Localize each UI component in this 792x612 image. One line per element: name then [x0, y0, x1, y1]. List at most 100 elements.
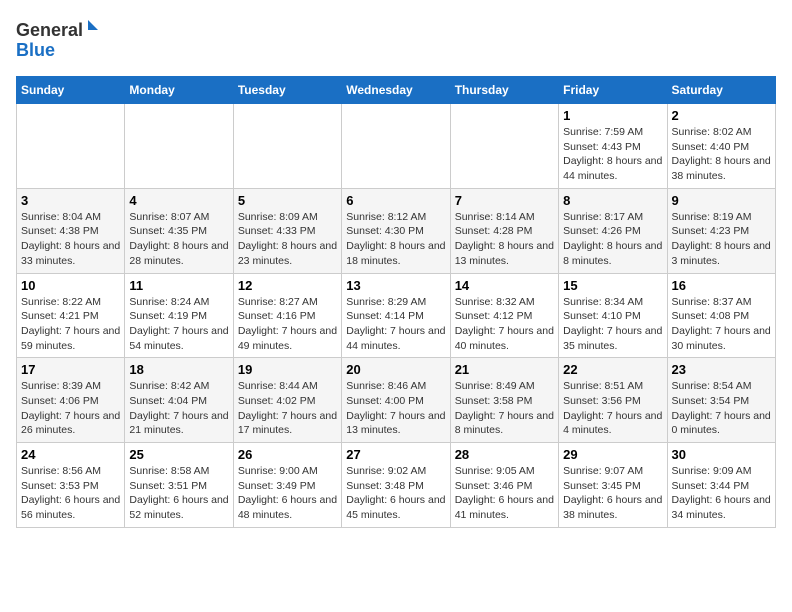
calendar-cell [342, 104, 450, 189]
day-info: Sunrise: 8:22 AM Sunset: 4:21 PM Dayligh… [21, 295, 120, 354]
day-info: Sunrise: 8:54 AM Sunset: 3:54 PM Dayligh… [672, 379, 771, 438]
calendar-cell: 24 Sunrise: 8:56 AM Sunset: 3:53 PM Dayli… [17, 443, 125, 528]
day-info: Sunrise: 8:58 AM Sunset: 3:51 PM Dayligh… [129, 464, 228, 523]
day-number: 19 [238, 362, 337, 377]
day-info: Sunrise: 8:51 AM Sunset: 3:56 PM Dayligh… [563, 379, 662, 438]
calendar-header: SundayMondayTuesdayWednesdayThursdayFrid… [17, 77, 776, 104]
calendar-cell: 14 Sunrise: 8:32 AM Sunset: 4:12 PM Dayli… [450, 273, 558, 358]
calendar-cell: 18 Sunrise: 8:42 AM Sunset: 4:04 PM Dayli… [125, 358, 233, 443]
calendar-cell [450, 104, 558, 189]
weekday-header-thursday: Thursday [450, 77, 558, 104]
logo-svg: GeneralBlue [16, 16, 106, 64]
calendar-week-4: 17 Sunrise: 8:39 AM Sunset: 4:06 PM Dayli… [17, 358, 776, 443]
calendar-cell: 26 Sunrise: 9:00 AM Sunset: 3:49 PM Dayli… [233, 443, 341, 528]
calendar-cell: 5 Sunrise: 8:09 AM Sunset: 4:33 PM Daylig… [233, 188, 341, 273]
day-number: 26 [238, 447, 337, 462]
calendar-cell: 23 Sunrise: 8:54 AM Sunset: 3:54 PM Dayli… [667, 358, 775, 443]
header: GeneralBlue [16, 16, 776, 64]
calendar-cell: 19 Sunrise: 8:44 AM Sunset: 4:02 PM Dayli… [233, 358, 341, 443]
day-info: Sunrise: 8:14 AM Sunset: 4:28 PM Dayligh… [455, 210, 554, 269]
calendar-cell: 12 Sunrise: 8:27 AM Sunset: 4:16 PM Dayli… [233, 273, 341, 358]
calendar-cell: 20Sunrise: 8:46 AM Sunset: 4:00 PM Dayli… [342, 358, 450, 443]
day-info: Sunrise: 9:02 AM Sunset: 3:48 PM Dayligh… [346, 464, 445, 523]
weekday-header-friday: Friday [559, 77, 667, 104]
calendar-cell: 17 Sunrise: 8:39 AM Sunset: 4:06 PM Dayli… [17, 358, 125, 443]
day-number: 3 [21, 193, 120, 208]
day-info: Sunrise: 8:34 AM Sunset: 4:10 PM Dayligh… [563, 295, 662, 354]
day-info: Sunrise: 8:39 AM Sunset: 4:06 PM Dayligh… [21, 379, 120, 438]
day-info: Sunrise: 8:02 AM Sunset: 4:40 PM Dayligh… [672, 125, 771, 184]
calendar-cell: 6Sunrise: 8:12 AM Sunset: 4:30 PM Daylig… [342, 188, 450, 273]
day-number: 27 [346, 447, 445, 462]
calendar-cell: 13 Sunrise: 8:29 AM Sunset: 4:14 PM Dayli… [342, 273, 450, 358]
day-info: Sunrise: 9:09 AM Sunset: 3:44 PM Dayligh… [672, 464, 771, 523]
day-info: Sunrise: 8:46 AM Sunset: 4:00 PM Dayligh… [346, 379, 445, 438]
calendar-cell: 9 Sunrise: 8:19 AM Sunset: 4:23 PM Daylig… [667, 188, 775, 273]
day-info: Sunrise: 9:00 AM Sunset: 3:49 PM Dayligh… [238, 464, 337, 523]
day-number: 16 [672, 278, 771, 293]
day-number: 8 [563, 193, 662, 208]
day-number: 5 [238, 193, 337, 208]
calendar-table: SundayMondayTuesdayWednesdayThursdayFrid… [16, 76, 776, 528]
calendar-cell: 1 Sunrise: 7:59 AM Sunset: 4:43 PM Daylig… [559, 104, 667, 189]
weekday-header-saturday: Saturday [667, 77, 775, 104]
day-number: 22 [563, 362, 662, 377]
day-number: 28 [455, 447, 554, 462]
day-info: Sunrise: 9:05 AM Sunset: 3:46 PM Dayligh… [455, 464, 554, 523]
calendar-cell: 8Sunrise: 8:17 AM Sunset: 4:26 PM Daylig… [559, 188, 667, 273]
day-info: Sunrise: 8:44 AM Sunset: 4:02 PM Dayligh… [238, 379, 337, 438]
weekday-header-monday: Monday [125, 77, 233, 104]
day-info: Sunrise: 7:59 AM Sunset: 4:43 PM Dayligh… [563, 125, 662, 184]
calendar-week-1: 1 Sunrise: 7:59 AM Sunset: 4:43 PM Daylig… [17, 104, 776, 189]
calendar-cell: 10 Sunrise: 8:22 AM Sunset: 4:21 PM Dayli… [17, 273, 125, 358]
calendar-week-3: 10 Sunrise: 8:22 AM Sunset: 4:21 PM Dayli… [17, 273, 776, 358]
day-number: 21 [455, 362, 554, 377]
day-number: 29 [563, 447, 662, 462]
day-number: 13 [346, 278, 445, 293]
day-number: 24 [21, 447, 120, 462]
calendar-cell: 30 Sunrise: 9:09 AM Sunset: 3:44 PM Dayli… [667, 443, 775, 528]
calendar-week-2: 3Sunrise: 8:04 AM Sunset: 4:38 PM Daylig… [17, 188, 776, 273]
day-number: 2 [672, 108, 771, 123]
day-number: 9 [672, 193, 771, 208]
weekday-header-wednesday: Wednesday [342, 77, 450, 104]
day-info: Sunrise: 8:27 AM Sunset: 4:16 PM Dayligh… [238, 295, 337, 354]
calendar-cell: 11 Sunrise: 8:24 AM Sunset: 4:19 PM Dayli… [125, 273, 233, 358]
weekday-header-tuesday: Tuesday [233, 77, 341, 104]
day-info: Sunrise: 8:24 AM Sunset: 4:19 PM Dayligh… [129, 295, 228, 354]
day-info: Sunrise: 8:19 AM Sunset: 4:23 PM Dayligh… [672, 210, 771, 269]
day-info: Sunrise: 8:42 AM Sunset: 4:04 PM Dayligh… [129, 379, 228, 438]
calendar-cell: 25Sunrise: 8:58 AM Sunset: 3:51 PM Dayli… [125, 443, 233, 528]
day-info: Sunrise: 8:09 AM Sunset: 4:33 PM Dayligh… [238, 210, 337, 269]
day-number: 10 [21, 278, 120, 293]
calendar-cell: 15Sunrise: 8:34 AM Sunset: 4:10 PM Dayli… [559, 273, 667, 358]
day-number: 18 [129, 362, 228, 377]
day-number: 11 [129, 278, 228, 293]
day-info: Sunrise: 8:07 AM Sunset: 4:35 PM Dayligh… [129, 210, 228, 269]
day-number: 17 [21, 362, 120, 377]
calendar-cell: 22 Sunrise: 8:51 AM Sunset: 3:56 PM Dayli… [559, 358, 667, 443]
day-info: Sunrise: 8:49 AM Sunset: 3:58 PM Dayligh… [455, 379, 554, 438]
day-number: 14 [455, 278, 554, 293]
day-info: Sunrise: 9:07 AM Sunset: 3:45 PM Dayligh… [563, 464, 662, 523]
day-number: 23 [672, 362, 771, 377]
calendar-cell [125, 104, 233, 189]
day-number: 4 [129, 193, 228, 208]
day-number: 1 [563, 108, 662, 123]
day-number: 7 [455, 193, 554, 208]
day-info: Sunrise: 8:37 AM Sunset: 4:08 PM Dayligh… [672, 295, 771, 354]
calendar-cell: 16 Sunrise: 8:37 AM Sunset: 4:08 PM Dayli… [667, 273, 775, 358]
calendar-cell: 29 Sunrise: 9:07 AM Sunset: 3:45 PM Dayli… [559, 443, 667, 528]
svg-text:General: General [16, 20, 83, 40]
calendar-cell: 21 Sunrise: 8:49 AM Sunset: 3:58 PM Dayli… [450, 358, 558, 443]
svg-text:Blue: Blue [16, 40, 55, 60]
day-info: Sunrise: 8:32 AM Sunset: 4:12 PM Dayligh… [455, 295, 554, 354]
day-info: Sunrise: 8:56 AM Sunset: 3:53 PM Dayligh… [21, 464, 120, 523]
day-info: Sunrise: 8:29 AM Sunset: 4:14 PM Dayligh… [346, 295, 445, 354]
calendar-cell: 28 Sunrise: 9:05 AM Sunset: 3:46 PM Dayli… [450, 443, 558, 528]
logo: GeneralBlue [16, 16, 106, 64]
day-number: 12 [238, 278, 337, 293]
calendar-cell [233, 104, 341, 189]
day-number: 30 [672, 447, 771, 462]
weekday-row: SundayMondayTuesdayWednesdayThursdayFrid… [17, 77, 776, 104]
